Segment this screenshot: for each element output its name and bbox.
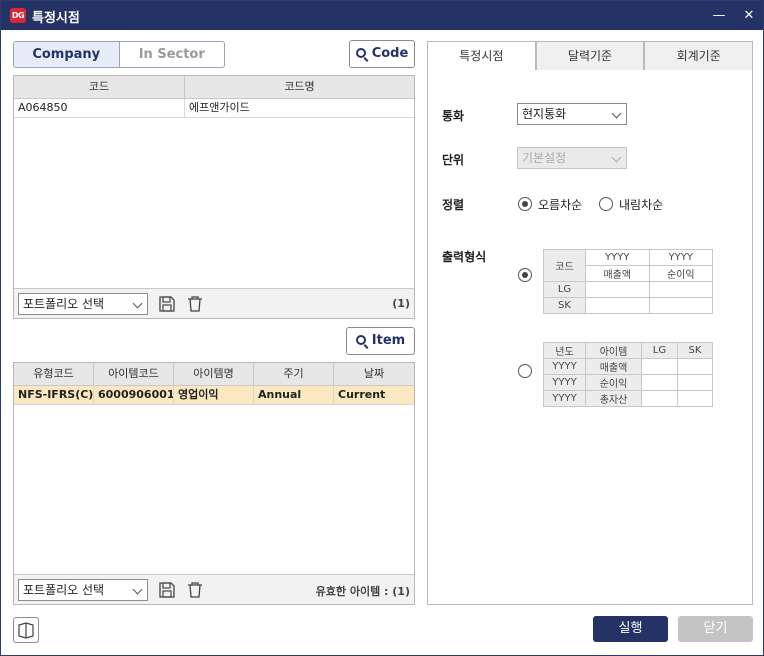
app-logo-icon: DG	[10, 8, 26, 23]
cell-item-code: 6000906001	[94, 386, 174, 404]
valid-item-count: 유효한 아이템 : (1)	[315, 585, 410, 598]
item-button[interactable]: Item	[346, 327, 415, 355]
sort-descending-radio[interactable]	[599, 197, 613, 211]
sort-ascending-radio[interactable]	[518, 197, 532, 211]
cell-date: Current	[338, 388, 386, 401]
minimize-button[interactable]: —	[707, 5, 731, 27]
format-1-radio[interactable]	[518, 268, 532, 282]
currency-value: 현지통화	[522, 107, 567, 121]
preview-yyyy: YYYY	[543, 358, 586, 375]
company-sector-toggle: Company In Sector	[13, 41, 225, 68]
preview-lg: LG	[543, 281, 586, 298]
manual-button[interactable]	[13, 617, 39, 643]
cell-item-name: 영업이익	[174, 386, 254, 404]
search-icon	[355, 335, 366, 345]
table-row[interactable]: A064850 에프앤가이드	[14, 99, 414, 118]
chevron-down-icon	[611, 108, 622, 119]
dialog-window: DG 특정시점 — ✕ Company In Sector Code 코드 코드…	[0, 0, 764, 656]
item-grid-footer: 포트폴리오 선택 유효한 아이템 : (1)	[14, 574, 414, 604]
item-grid: 유형코드 아이템코드 아이템명 주기 날짜 NFS-IFRS(C) 600090…	[13, 362, 415, 605]
cell-period: Annual	[254, 386, 334, 404]
unit-select[interactable]: 기본설정	[517, 147, 627, 169]
company-portfolio-value: 포트폴리오 선택	[23, 297, 105, 311]
title-bar: DG 특정시점 — ✕	[1, 1, 763, 30]
preview-header-year: 년도	[543, 342, 586, 359]
preview-sales: 매출액	[585, 358, 642, 375]
window-title: 특정시점	[32, 11, 80, 26]
column-header-item-code[interactable]: 아이템코드	[94, 363, 174, 385]
currency-label: 통화	[442, 109, 465, 123]
column-header-period[interactable]: 주기	[254, 363, 334, 385]
preview-yyyy: YYYY	[543, 390, 586, 407]
tab-calendar-basis[interactable]: 달력기준	[535, 41, 645, 71]
company-grid: 코드 코드명 A064850 에프앤가이드 포트폴리오 선택 (1)	[13, 75, 415, 319]
format-2-radio[interactable]	[518, 364, 532, 378]
preview-yyyy: YYYY	[543, 374, 586, 391]
chevron-down-icon	[132, 298, 143, 309]
search-icon	[355, 48, 366, 58]
code-button-label: Code	[371, 46, 409, 61]
item-portfolio-select[interactable]: 포트폴리오 선택	[18, 579, 148, 601]
save-icon[interactable]	[158, 295, 176, 313]
item-portfolio-value: 포트폴리오 선택	[23, 583, 105, 597]
format-2-preview: 년도 아이템 LG SK YYYY 매출액 YYYY 순이익 YYYY 총자산	[543, 342, 714, 407]
preview-sk: SK	[543, 297, 586, 314]
sort-descending-label[interactable]: 내림차순	[619, 196, 663, 213]
preview-yyyy: YYYY	[648, 249, 713, 266]
tab-specific-point[interactable]: 특정시점	[427, 41, 536, 71]
preview-total-assets: 총자산	[585, 390, 642, 407]
run-button[interactable]: 실행	[593, 616, 668, 642]
column-header-type-code[interactable]: 유형코드	[14, 363, 94, 385]
company-grid-footer: 포트폴리오 선택 (1)	[14, 288, 414, 318]
preview-net-income: 순이익	[585, 374, 642, 391]
sort-label: 정렬	[442, 198, 465, 212]
company-toggle-button[interactable]: Company	[14, 42, 120, 67]
preview-yyyy: YYYY	[585, 249, 650, 266]
item-button-label: Item	[371, 333, 406, 348]
company-grid-header: 코드 코드명	[14, 76, 414, 99]
table-row[interactable]: NFS-IFRS(C) 6000906001 영업이익 Annual Curre…	[14, 386, 414, 405]
close-button[interactable]: 닫기	[678, 616, 753, 642]
column-header-code-name[interactable]: 코드명	[185, 76, 414, 98]
column-header-date[interactable]: 날짜	[334, 363, 414, 385]
save-icon[interactable]	[158, 581, 176, 599]
output-format-label: 출력형식	[442, 250, 487, 264]
item-grid-header: 유형코드 아이템코드 아이템명 주기 날짜	[14, 363, 414, 386]
format-1-preview: 코드 YYYY YYYY 매출액 순이익 LG SK	[543, 249, 713, 314]
preview-net-income: 순이익	[648, 265, 713, 282]
cell-code-name: 에프앤가이드	[189, 101, 250, 114]
preview-header-code: 코드	[543, 249, 586, 282]
unit-value: 기본설정	[522, 151, 567, 165]
trash-icon[interactable]	[186, 295, 204, 313]
code-button[interactable]: Code	[349, 40, 415, 68]
preview-header-lg: LG	[641, 342, 678, 359]
cell-code: A064850	[14, 99, 185, 117]
preview-header-item: 아이템	[585, 342, 642, 359]
tab-fiscal-basis[interactable]: 회계기준	[644, 41, 754, 71]
preview-header-sk: SK	[676, 342, 714, 359]
currency-select[interactable]: 현지통화	[517, 103, 627, 125]
column-header-item-name[interactable]: 아이템명	[174, 363, 254, 385]
unit-label: 단위	[442, 153, 465, 167]
book-icon	[18, 622, 34, 639]
in-sector-toggle-button[interactable]: In Sector	[120, 42, 225, 67]
trash-icon[interactable]	[186, 581, 204, 599]
column-header-code[interactable]: 코드	[14, 76, 185, 98]
preview-sales: 매출액	[585, 265, 650, 282]
close-window-button[interactable]: ✕	[737, 5, 761, 27]
settings-tabs: 특정시점 달력기준 회계기준	[427, 41, 754, 71]
chevron-down-icon	[611, 152, 622, 163]
cell-type-code: NFS-IFRS(C)	[14, 386, 94, 404]
company-portfolio-select[interactable]: 포트폴리오 선택	[18, 293, 148, 315]
sort-ascending-label[interactable]: 오름차순	[538, 196, 582, 213]
chevron-down-icon	[132, 584, 143, 595]
company-count: (1)	[392, 297, 410, 310]
